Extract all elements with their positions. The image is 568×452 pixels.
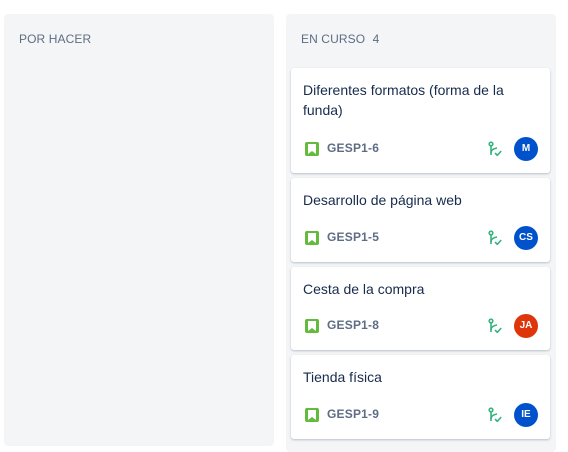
assignee-avatar[interactable]: M bbox=[514, 137, 538, 161]
branch-icon[interactable] bbox=[488, 318, 502, 334]
assignee-avatar[interactable]: JA bbox=[514, 314, 538, 338]
column-todo: POR HACER bbox=[4, 14, 274, 446]
branch-icon[interactable] bbox=[488, 230, 502, 246]
assignee-avatar[interactable]: CS bbox=[514, 226, 538, 250]
column-issue-count: 4 bbox=[372, 32, 380, 46]
card-footer: GESP1-8 JA bbox=[303, 314, 538, 338]
issue-card[interactable]: Cesta de la compra GESP1-8 JA bbox=[291, 267, 550, 350]
issue-key[interactable]: GESP1-8 bbox=[327, 318, 379, 332]
issue-summary: Diferentes formatos (forma de la funda) bbox=[303, 82, 504, 118]
column-header-in-progress: EN CURSO 4 bbox=[301, 32, 379, 46]
column-title: POR HACER bbox=[19, 32, 92, 46]
column-in-progress: EN CURSO 4 Diferentes formatos (forma de… bbox=[286, 14, 556, 452]
branch-icon[interactable] bbox=[488, 141, 502, 157]
story-bookmark-icon bbox=[305, 408, 319, 422]
issue-card[interactable]: Tienda física GESP1-9 IE bbox=[291, 355, 550, 439]
issue-card[interactable]: Diferentes formatos (forma de la funda) … bbox=[291, 68, 550, 173]
issue-summary: Cesta de la compra bbox=[303, 281, 425, 297]
issue-summary: Tienda física bbox=[303, 369, 382, 385]
story-bookmark-icon bbox=[305, 231, 319, 245]
column-header-todo: POR HACER bbox=[19, 32, 91, 46]
issue-key[interactable]: GESP1-9 bbox=[327, 407, 379, 421]
board: POR HACER EN CURSO 4 Diferentes formatos… bbox=[0, 0, 568, 452]
column-title: EN CURSO bbox=[301, 32, 366, 46]
card-footer: GESP1-5 CS bbox=[303, 226, 538, 250]
issue-card[interactable]: Desarrollo de página web GESP1-5 CS bbox=[291, 178, 550, 262]
card-footer: GESP1-9 IE bbox=[303, 403, 538, 427]
story-bookmark-icon bbox=[305, 319, 319, 333]
issue-key[interactable]: GESP1-5 bbox=[327, 230, 379, 244]
branch-icon[interactable] bbox=[488, 407, 502, 423]
assignee-avatar[interactable]: IE bbox=[514, 403, 538, 427]
issue-summary: Desarrollo de página web bbox=[303, 192, 462, 208]
story-bookmark-icon bbox=[305, 142, 319, 156]
card-footer: GESP1-6 M bbox=[303, 137, 538, 161]
issue-key[interactable]: GESP1-6 bbox=[327, 141, 379, 155]
